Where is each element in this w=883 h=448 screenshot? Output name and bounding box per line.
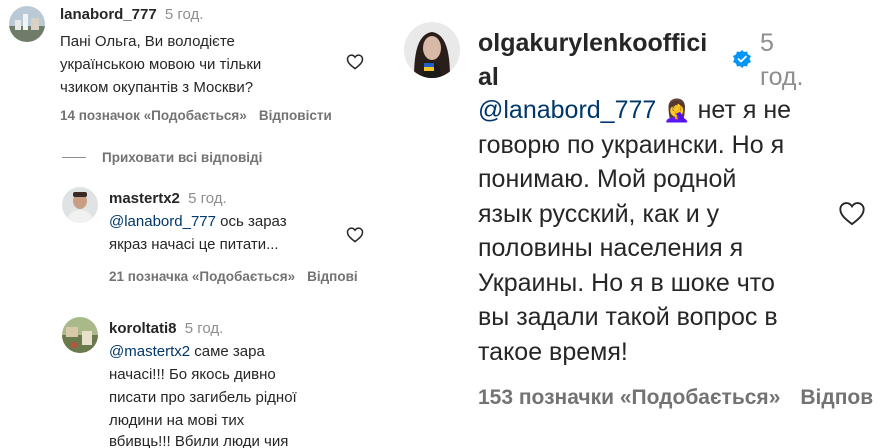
comment-meta: 14 позначок «Подобається» Відповісти bbox=[60, 108, 344, 123]
comment-username-line2[interactable]: al bbox=[478, 63, 499, 92]
comment-meta: 153 позначки «Подобається» Відпов bbox=[478, 386, 883, 410]
facepalm-emoji-icon: 🤦‍♀️ bbox=[663, 98, 691, 123]
comment-time-line1: 5 bbox=[760, 29, 774, 57]
reply-text-span: ось зараз bbox=[215, 213, 287, 230]
mention-link[interactable]: @lanabord_777 bbox=[109, 213, 216, 230]
comment-text-line: половины населения я bbox=[478, 234, 744, 262]
reply-link[interactable]: Відповісти bbox=[259, 108, 332, 123]
comment-username[interactable]: lanabord_777 bbox=[60, 6, 157, 23]
heart-icon bbox=[346, 227, 364, 243]
reply-text-line: @mastertx2 саме зара bbox=[109, 343, 265, 360]
comment-text-line: понимаю. Мой родной bbox=[478, 165, 737, 193]
avatar-koroltati8[interactable] bbox=[62, 317, 98, 353]
comment-line: чзиком окупантів з Москви? bbox=[60, 79, 254, 96]
heart-icon bbox=[346, 54, 364, 70]
mention-link[interactable]: @lanabord_777 bbox=[478, 96, 656, 124]
mention-link[interactable]: @mastertx2 bbox=[109, 343, 190, 360]
reply-text-line: вбивць!!! Вбили люди чия bbox=[109, 433, 289, 448]
hide-replies-button[interactable]: Приховати всі відповіді bbox=[102, 150, 262, 165]
right-comment-panel: olgakurylenkooffici 5 al год. @lanabord_… bbox=[392, 0, 883, 448]
comment-time-line2: год. bbox=[760, 63, 804, 91]
comment-text-line: вы задали такой вопрос в bbox=[478, 303, 778, 331]
reply-meta: 21 позначка «Подобається» Відпові bbox=[109, 269, 370, 284]
reply-text-line: писати про загибель рідної bbox=[109, 389, 297, 406]
like-reply-heart[interactable] bbox=[346, 226, 364, 243]
reply-time: 5 год. bbox=[184, 320, 224, 337]
verified-badge bbox=[732, 49, 752, 69]
verified-badge-icon bbox=[733, 50, 751, 68]
avatar-mastertx2[interactable] bbox=[62, 187, 98, 223]
reply-text-line: начасі!!! Бо якось дивно bbox=[109, 366, 276, 383]
reply-link[interactable]: Відпові bbox=[307, 269, 358, 284]
comment-text-line: @lanabord_777 🤦‍♀️ нет я не bbox=[478, 96, 791, 125]
comment-text-line: Украины. Но я в шоке что bbox=[478, 269, 775, 297]
reply-text-line: людини на мові тих bbox=[109, 412, 245, 429]
reply-username[interactable]: koroltati8 bbox=[109, 320, 177, 337]
like-comment-heart[interactable] bbox=[346, 53, 364, 70]
likes-count-link[interactable]: 21 позначка «Подобається» bbox=[109, 269, 295, 284]
reply-username[interactable]: mastertx2 bbox=[109, 190, 180, 207]
avatar-olgakurylenko[interactable] bbox=[404, 22, 460, 78]
avatar-lanabord[interactable] bbox=[9, 6, 45, 42]
reply-text-line: якраз начасі це питати... bbox=[109, 236, 279, 253]
comment-text-line: говорю по украински. Но я bbox=[478, 131, 785, 159]
reply-link[interactable]: Відпов bbox=[800, 386, 873, 409]
comment-text-line: такое время! bbox=[478, 338, 628, 366]
reply-text-span: саме зара bbox=[190, 343, 265, 360]
comment-text-span: нет я не bbox=[690, 96, 792, 124]
likes-count-link[interactable]: 14 позначок «Подобається» bbox=[60, 108, 247, 123]
reply-text-line: @lanabord_777 ось зараз bbox=[109, 213, 287, 230]
reply-time: 5 год. bbox=[188, 190, 227, 207]
likes-count-link[interactable]: 153 позначки «Подобається» bbox=[478, 386, 780, 409]
comment-username-line1[interactable]: olgakurylenkooffici bbox=[478, 29, 707, 58]
like-comment-heart[interactable] bbox=[838, 200, 866, 226]
comment-text-line: язык русский, как и у bbox=[478, 200, 720, 228]
left-comment-panel: lanabord_777 5 год. Пані Ольга, Ви волод… bbox=[0, 0, 392, 448]
comment-line: Пані Ольга, Ви володієте bbox=[60, 33, 235, 50]
replies-divider bbox=[62, 157, 86, 158]
comment-time: 5 год. bbox=[164, 6, 204, 23]
comment-line: українською мовою чи тільки bbox=[60, 56, 262, 73]
heart-icon bbox=[839, 202, 865, 226]
